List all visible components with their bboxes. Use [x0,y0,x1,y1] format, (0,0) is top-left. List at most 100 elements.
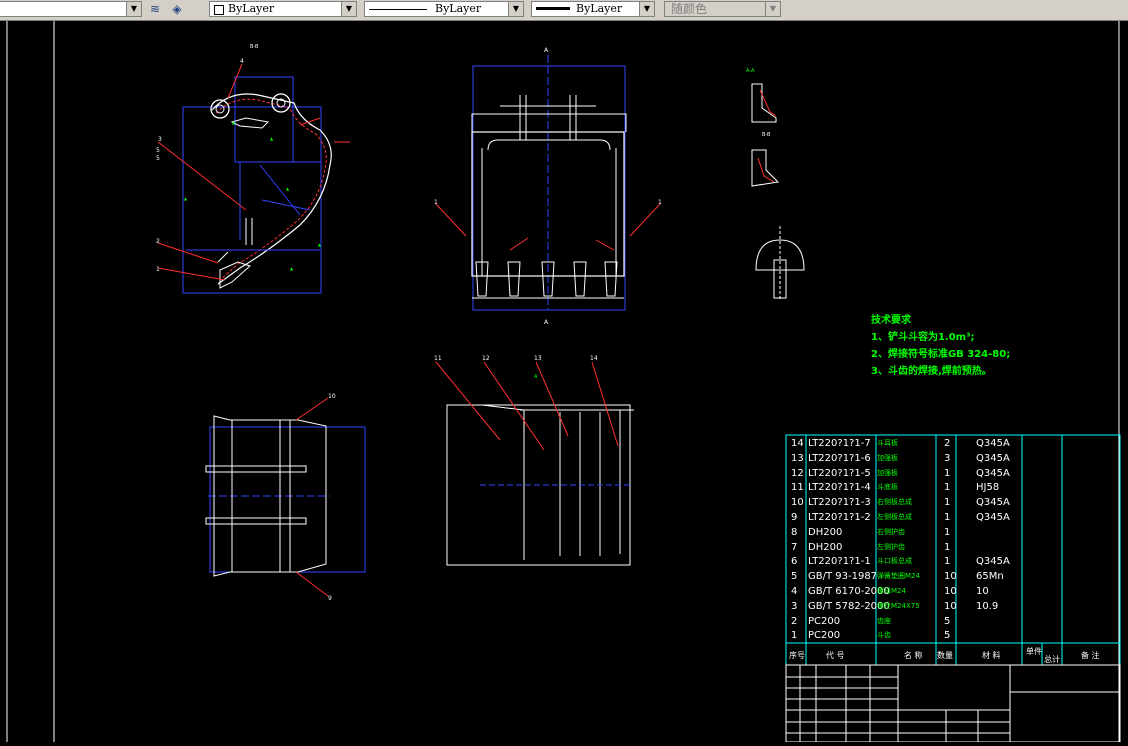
svg-text:1: 1 [434,199,438,206]
bom-row: 4 GB/T 6170-2000 螺母M24 10 10 [786,584,1120,599]
bom-cell-material: Q345A [976,438,1010,449]
bom-cell-material: Q345A [976,467,1010,479]
lineweight-combo[interactable]: ByLayer ▼ [531,1,655,17]
svg-text:A-A: A-A [746,68,755,74]
bom-cell-no: 8 [791,526,798,538]
linetype-combo[interactable]: ByLayer ▼ [364,1,524,17]
bom-cell-qty: 10 [944,571,957,583]
bom-cell-qty: 10 [944,586,957,597]
bom-cell-no: 11 [791,482,804,494]
svg-text:13: 13 [534,355,542,362]
bom-cell-code: GB/T 93-1987 [808,571,878,583]
bom-cell-no: 6 [791,556,798,568]
svg-text:5: 5 [156,147,160,154]
layer-previous-icon[interactable]: ◈ [168,1,186,17]
bom-cell-qty: 3 [944,452,951,464]
bom-cell-no: 5 [791,571,798,583]
bom-cell-material: HJ58 [976,482,1000,494]
notes-item: 1、铲斗斗容为1.0m³; [871,332,975,343]
bom-cell-name: 加强板 [877,453,898,462]
bom-cell-no: 7 [791,541,798,553]
svg-text:A: A [534,374,538,380]
bom-cell-code: LT220?1?1-2 [808,512,871,523]
bom-cell-no: 14 [791,438,804,449]
chevron-down-icon[interactable]: ▼ [341,2,356,16]
bom-cell-name: 斗底板 [877,483,898,492]
svg-text:14: 14 [590,355,598,362]
svg-text:5: 5 [156,155,160,162]
bom-cell-qty: 1 [944,497,951,509]
bom-cell-qty: 1 [944,467,951,479]
bom-cell-no: 12 [791,467,804,479]
bom-cell-no: 10 [791,497,804,509]
bom-row: 11 LT220?1?1-4 斗底板 1 HJ58 [786,480,1120,495]
front-view: 1 1 A A [434,47,662,326]
bom-cell-code: LT220?1?1-3 [808,497,871,509]
svg-text:1: 1 [156,266,160,273]
lineweight-preview-icon [536,7,570,10]
svg-text:▲: ▲ [290,266,294,271]
bom-cell-name: 加强板 [877,468,898,477]
make-layer-current-icon[interactable]: ≋ [146,1,164,17]
plotstyle-combo: 随颜色 ▼ [664,1,781,17]
svg-text:10: 10 [328,393,336,400]
bom-cell-name: 左侧板总成 [877,513,912,521]
bom-cell-name: 斗口板总成 [877,557,912,566]
svg-text:▲: ▲ [286,186,290,191]
bom-cell-material: Q345A [976,512,1010,523]
bom-cell-no: 3 [791,600,798,612]
bom-cell-qty: 1 [944,482,951,494]
bom-cell-name: 斗耳板 [877,439,898,447]
bom-row: 6 LT220?1?1-1 斗口板总成 1 Q345A [786,554,1120,569]
bom-cell-qty: 5 [944,615,951,627]
bom-row: 10 LT220?1?1-3 右侧板总成 1 Q345A [786,495,1120,510]
bom-row: 1 PC200 斗齿 5 [786,628,1120,643]
bom-cell-no: 13 [791,452,804,464]
svg-text:3: 3 [158,136,162,143]
bom-cell-code: DH200 [808,526,843,538]
bom-row: 9 LT220?1?1-2 左侧板总成 1 Q345A [786,510,1120,525]
bom-cell-name: 螺母M24 [877,587,906,595]
bom-cell-name: 斗齿 [877,631,891,640]
bom-cell-name: 左侧护齿 [877,542,905,551]
chevron-down-icon[interactable]: ▼ [126,2,141,16]
bom-cell-name: 弹簧垫圈M24 [877,572,920,581]
bom-row: 3 GB/T 5782-2000 螺栓M24X75 10 10.9 [786,599,1120,614]
layer-combo[interactable]: ▼ [0,1,142,17]
bom-cell-qty: 1 [944,526,951,538]
drawing-canvas[interactable]: 3 5 5 2 1 4 B-B ▲ ▲ ▲ ▲ ▲ ▲ 1 1 A A A-A … [0,21,1128,743]
bom-cell-material: Q345A [976,497,1010,509]
chevron-down-icon[interactable]: ▼ [639,2,654,16]
bom-cell-qty: 1 [944,512,951,523]
bom-cell-name: 螺栓M24X75 [877,601,920,610]
notes-item: 2、焊接符号标准GB 324-80; [871,349,1011,360]
bom-cell-qty: 1 [944,556,951,568]
bom-cell-no: 1 [791,630,798,642]
bom-cell-no: 9 [791,512,798,523]
top-view: 10 9 [205,393,366,602]
svg-text:A: A [544,47,549,54]
bom-row: 13 LT220?1?1-6 加强板 3 Q345A [786,451,1120,466]
linetype-preview-icon [369,9,427,10]
svg-text:12: 12 [482,355,490,362]
bom-row: 14 LT220?1?1-7 斗耳板 2 Q345A [786,436,1120,451]
svg-text:4: 4 [240,58,244,65]
bom-cell-no: 2 [791,615,798,627]
bom-cell-material: 10 [976,586,989,597]
chevron-down-icon: ▼ [765,2,780,16]
notes-title: 技术要求 [871,315,911,326]
iso-view: 11 12 13 14 A [434,355,634,566]
bom-cell-code: PC200 [808,630,841,642]
bom-cell-code: PC200 [808,615,841,627]
bom-row: 8 DH200 右侧护齿 1 [786,525,1120,540]
bom-header: 序号 代 号 名 称 数量 材 料 单件 总计 备 注 [789,647,1100,664]
color-combo[interactable]: ByLayer ▼ [209,1,357,17]
title-block [785,664,1121,743]
svg-text:A: A [544,319,549,326]
chevron-down-icon[interactable]: ▼ [508,2,523,16]
technical-requirements: 技术要求 1、铲斗斗容为1.0m³; 2、焊接符号标准GB 324-80; 3、… [871,312,1010,380]
svg-text:▲: ▲ [184,196,188,201]
bom-row: 5 GB/T 93-1987 弹簧垫圈M24 10 65Mn [786,569,1120,584]
svg-text:▲: ▲ [270,136,274,141]
svg-text:9: 9 [328,595,332,602]
